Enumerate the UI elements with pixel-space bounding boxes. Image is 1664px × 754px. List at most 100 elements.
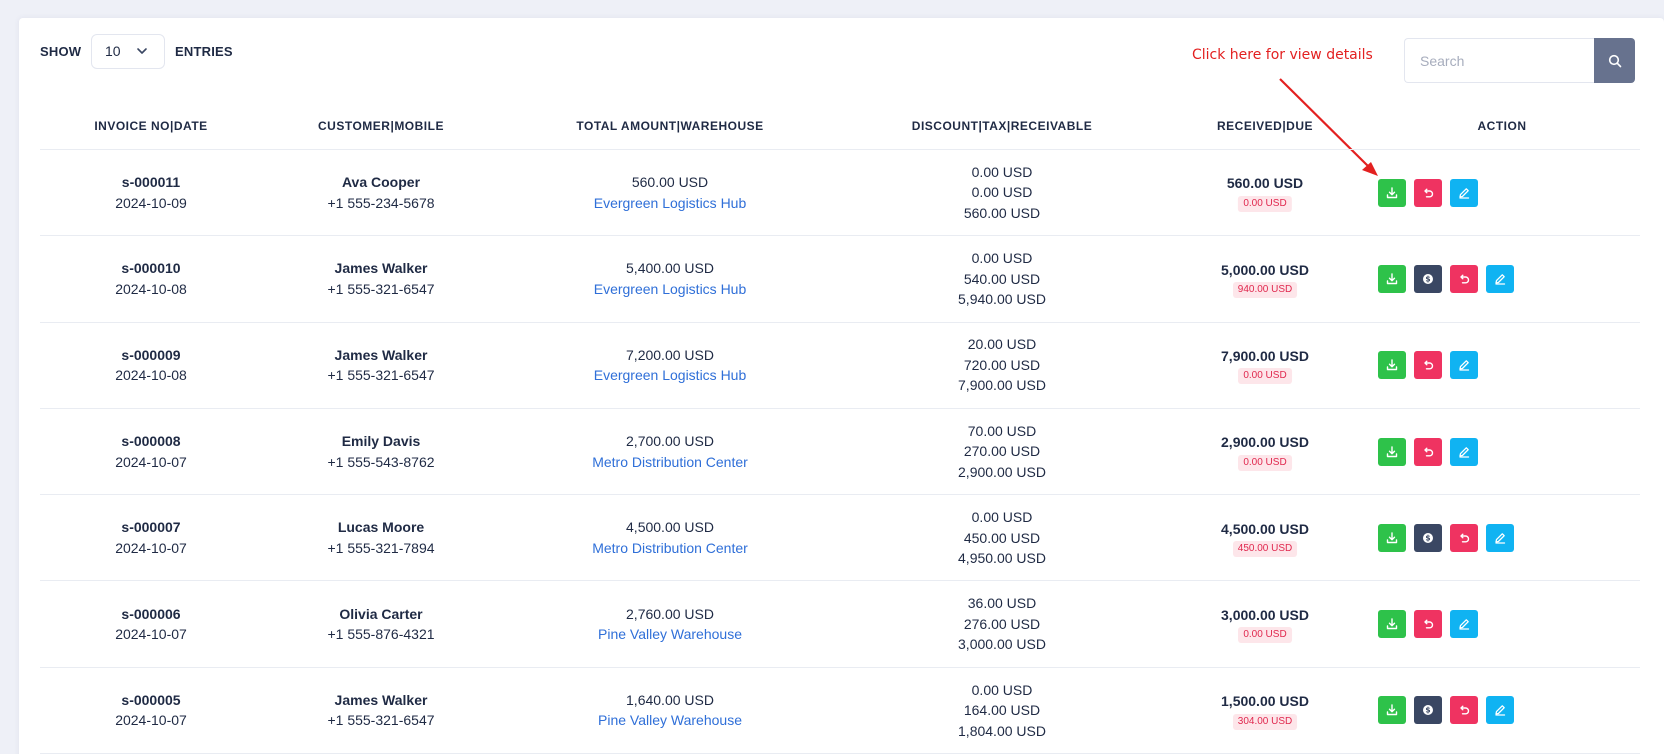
- customer-cell: Emily Davis +1 555-543-8762: [327, 409, 434, 494]
- table-header: INVOICE NO|DATE CUSTOMER|MOBILE TOTAL AM…: [40, 110, 1640, 150]
- download-button[interactable]: [1378, 610, 1406, 639]
- warehouse-link[interactable]: Pine Valley Warehouse: [598, 624, 742, 645]
- download-button[interactable]: [1378, 696, 1406, 725]
- edit-icon: [1495, 705, 1506, 717]
- edit-button[interactable]: [1486, 523, 1514, 552]
- discount-tax-cell: 0.00 USD 450.00 USD 4,950.00 USD: [958, 495, 1046, 580]
- customer-mobile: +1 555-321-7894: [327, 539, 435, 556]
- warehouse-link[interactable]: Metro Distribution Center: [592, 452, 748, 473]
- edit-icon: [1495, 274, 1506, 285]
- customer-mobile: +1 555-321-6547: [327, 712, 435, 729]
- download-button[interactable]: [1378, 351, 1406, 380]
- customer-mobile: +1 555-321-6547: [327, 280, 435, 297]
- warehouse-link[interactable]: Evergreen Logistics Hub: [594, 279, 747, 300]
- warehouse-link[interactable]: Evergreen Logistics Hub: [594, 193, 747, 214]
- warehouse-link[interactable]: Pine Valley Warehouse: [598, 710, 742, 731]
- invoice-date: 2024-10-07: [115, 453, 187, 470]
- discount-amount: 20.00 USD: [967, 336, 1037, 353]
- return-icon: [1460, 533, 1470, 543]
- invoice-cell: s-000005 2024-10-07: [115, 668, 187, 753]
- download-button[interactable]: [1378, 264, 1406, 293]
- warehouse-link[interactable]: Evergreen Logistics Hub: [594, 365, 747, 386]
- due-badge: 0.00 USD: [1238, 195, 1292, 212]
- due-badge: 304.00 USD: [1232, 713, 1298, 730]
- action-buttons: [1378, 409, 1478, 494]
- due-badge: 940.00 USD: [1232, 282, 1298, 299]
- return-button[interactable]: [1450, 523, 1478, 552]
- edit-icon: [1459, 187, 1470, 199]
- table-row: s-000010 2024-10-08 James Walker +1 555-321…: [40, 236, 1640, 323]
- invoice-number[interactable]: s-000005: [121, 690, 180, 711]
- invoice-number[interactable]: s-000010: [121, 258, 180, 279]
- customer-name: Olivia Carter: [339, 605, 423, 622]
- invoice-number[interactable]: s-000007: [121, 517, 180, 538]
- header-received-due: RECEIVED|DUE: [1216, 119, 1314, 133]
- edit-button[interactable]: [1450, 610, 1478, 639]
- search-input[interactable]: [1404, 38, 1594, 83]
- total-amount: 7,200.00 USD: [626, 346, 714, 363]
- return-button[interactable]: [1450, 264, 1478, 293]
- customer-name: James Walker: [334, 346, 428, 363]
- total-amount: 5,400.00 USD: [626, 260, 714, 277]
- return-button[interactable]: [1414, 437, 1442, 466]
- received-due-cell: 1,500.00 USD 304.00 USD: [1221, 668, 1309, 753]
- received-amount: 560.00 USD: [1226, 175, 1304, 192]
- return-button[interactable]: [1450, 696, 1478, 725]
- download-icon: [1386, 532, 1398, 544]
- due-badge: 0.00 USD: [1238, 368, 1292, 385]
- total-cell: 5,400.00 USD Evergreen Logistics Hub: [594, 236, 747, 321]
- return-button[interactable]: [1414, 178, 1442, 207]
- download-icon: [1386, 273, 1398, 285]
- invoice-number[interactable]: s-000009: [121, 345, 180, 366]
- invoice-date: 2024-10-08: [115, 367, 187, 384]
- receivable-amount: 4,950.00 USD: [958, 550, 1046, 567]
- return-icon: [1424, 188, 1434, 198]
- total-amount: 2,700.00 USD: [626, 433, 714, 450]
- action-buttons: $: [1378, 236, 1514, 321]
- discount-tax-cell: 36.00 USD 276.00 USD 3,000.00 USD: [958, 581, 1046, 666]
- total-amount: 4,500.00 USD: [626, 519, 714, 536]
- received-amount: 5,000.00 USD: [1221, 261, 1309, 278]
- payment-icon: $: [1423, 273, 1433, 284]
- discount-tax-cell: 20.00 USD 720.00 USD 7,900.00 USD: [958, 323, 1046, 408]
- edit-button[interactable]: [1450, 437, 1478, 466]
- invoice-number[interactable]: s-000008: [121, 431, 180, 452]
- payment-button[interactable]: $: [1414, 523, 1442, 552]
- invoice-cell: s-000008 2024-10-07: [115, 409, 187, 494]
- entries-per-page-select[interactable]: 10: [91, 34, 165, 69]
- invoice-number[interactable]: s-000011: [122, 172, 180, 193]
- payment-button[interactable]: $: [1414, 264, 1442, 293]
- received-due-cell: 560.00 USD 0.00 USD: [1227, 150, 1303, 235]
- action-buttons: [1378, 150, 1478, 235]
- invoice-cell: s-000007 2024-10-07: [115, 495, 187, 580]
- table-row: s-000008 2024-10-07 Emily Davis +1 555-543-…: [40, 409, 1640, 496]
- edit-button[interactable]: [1486, 264, 1514, 293]
- edit-button[interactable]: [1450, 351, 1478, 380]
- return-icon: [1424, 447, 1434, 457]
- edit-button[interactable]: [1486, 696, 1514, 725]
- return-button[interactable]: [1414, 351, 1442, 380]
- download-icon: [1386, 359, 1398, 371]
- customer-mobile: +1 555-321-6547: [327, 367, 435, 384]
- edit-button[interactable]: [1450, 178, 1478, 207]
- download-button[interactable]: [1378, 523, 1406, 552]
- discount-amount: 0.00 USD: [971, 509, 1033, 526]
- customer-mobile: +1 555-234-5678: [327, 194, 435, 211]
- return-button[interactable]: [1414, 610, 1442, 639]
- search-button[interactable]: [1594, 38, 1635, 83]
- warehouse-link[interactable]: Metro Distribution Center: [592, 538, 748, 559]
- invoice-date: 2024-10-09: [115, 194, 187, 211]
- customer-mobile: +1 555-543-8762: [327, 453, 435, 470]
- tax-amount: 270.00 USD: [963, 443, 1041, 460]
- discount-tax-cell: 70.00 USD 270.00 USD 2,900.00 USD: [958, 409, 1046, 494]
- header-total-warehouse: TOTAL AMOUNT|WAREHOUSE: [576, 119, 764, 133]
- customer-name: Ava Cooper: [341, 174, 421, 191]
- annotation-text: Click here for view details: [1192, 47, 1373, 63]
- download-button[interactable]: [1378, 437, 1406, 466]
- payment-button[interactable]: $: [1414, 696, 1442, 725]
- download-button[interactable]: [1378, 178, 1406, 207]
- invoice-number[interactable]: s-000006: [121, 604, 180, 625]
- header-customer-mobile: CUSTOMER|MOBILE: [318, 119, 444, 133]
- discount-amount: 0.00 USD: [971, 250, 1033, 267]
- customer-cell: Olivia Carter +1 555-876-4321: [327, 581, 434, 666]
